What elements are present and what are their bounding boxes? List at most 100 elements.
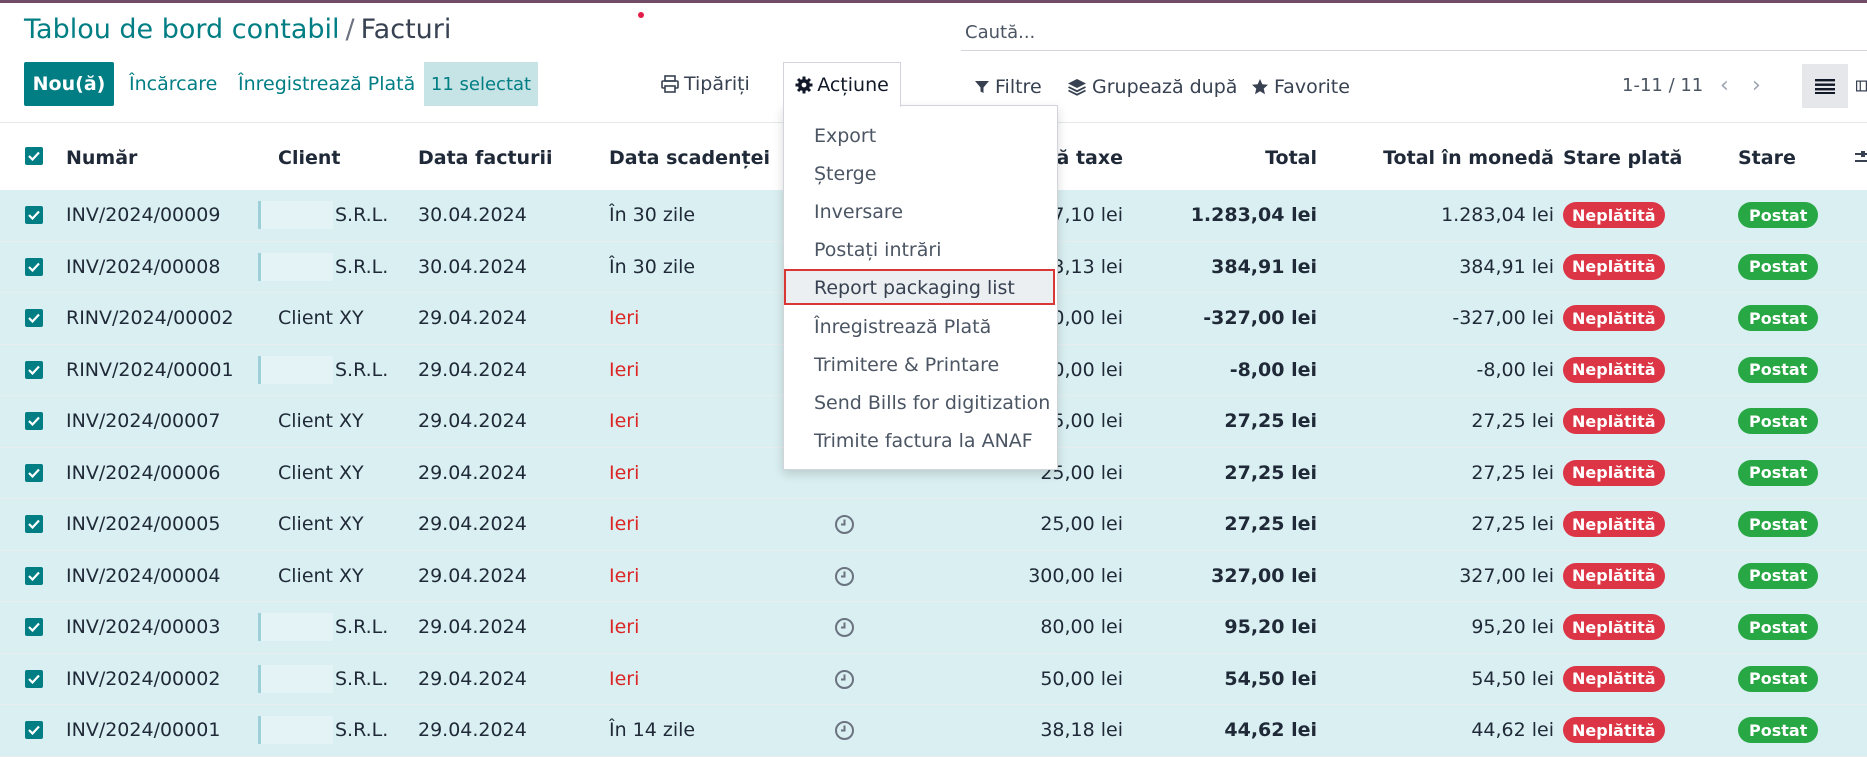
- payment-status-badge: Neplătită: [1563, 665, 1665, 692]
- client-cell: S.R.L.: [258, 190, 388, 240]
- column-number[interactable]: Număr: [66, 147, 137, 169]
- total-currency-amount: 1.283,04 lei: [1441, 204, 1554, 226]
- menu-item-send-anaf[interactable]: Trimite factura la ANAF: [814, 425, 1033, 457]
- column-total[interactable]: Total: [1265, 147, 1317, 169]
- invoice-number: INV/2024/00006: [66, 461, 221, 484]
- action-button[interactable]: Acțiune: [783, 62, 901, 107]
- upload-button[interactable]: Încărcare: [129, 62, 217, 106]
- star-icon: [1252, 79, 1268, 95]
- sliders-icon: [1855, 151, 1867, 162]
- total-currency-amount: -327,00 lei: [1452, 307, 1554, 329]
- register-payment-button[interactable]: Înregistrează Plată: [238, 62, 415, 106]
- invoice-date: 29.04.2024: [418, 564, 527, 587]
- menu-item-export[interactable]: Export: [814, 120, 876, 152]
- client-cell-text: S.R.L.: [335, 616, 389, 638]
- client-cell: Client XY: [278, 499, 364, 549]
- total-currency-amount: 44,62 lei: [1471, 719, 1554, 741]
- table-row[interactable]: INV/2024/00001 S.R.L. 29.04.2024 În 14 zile…: [0, 705, 1867, 757]
- invoice-number: INV/2024/00004: [66, 564, 221, 587]
- table-row[interactable]: INV/2024/00003 S.R.L. 29.04.2024 Ieri 80,00 …: [0, 602, 1867, 654]
- selected-count-badge[interactable]: 11 selectat: [424, 62, 538, 106]
- invoice-date: 29.04.2024: [418, 667, 527, 690]
- column-total-currency[interactable]: Total în monedă: [1383, 147, 1554, 169]
- table-row[interactable]: INV/2024/00002 S.R.L. 29.04.2024 Ieri 50,00 …: [0, 653, 1867, 705]
- optional-columns-toggle[interactable]: [1855, 149, 1867, 171]
- search-input[interactable]: [963, 20, 1847, 44]
- checkmark-icon: [28, 365, 40, 375]
- invoice-number: INV/2024/00002: [66, 667, 221, 690]
- due-date: Ieri: [609, 358, 640, 381]
- row-checkbox[interactable]: [25, 618, 43, 636]
- row-checkbox[interactable]: [25, 515, 43, 533]
- menu-item-reverse[interactable]: Inversare: [814, 196, 903, 228]
- activity-clock-icon[interactable]: [834, 617, 855, 638]
- top-accent-bar: [0, 0, 1867, 3]
- invoice-date: 29.04.2024: [418, 307, 527, 329]
- table-row[interactable]: INV/2024/00005 Client XY 29.04.2024 Ieri 25,…: [0, 499, 1867, 551]
- menu-item-send-bills-digitization[interactable]: Send Bills for digitization: [814, 387, 1050, 419]
- column-payment-status[interactable]: Stare plată: [1563, 147, 1682, 169]
- activity-clock-icon[interactable]: [834, 669, 855, 690]
- total-amount: -327,00 lei: [1203, 307, 1317, 329]
- table-row[interactable]: INV/2024/00004 Client XY 29.04.2024 Ieri 300…: [0, 550, 1867, 602]
- due-date: În 30 zile: [609, 255, 696, 278]
- row-checkbox[interactable]: [25, 257, 43, 276]
- activity-clock-icon[interactable]: [834, 720, 855, 741]
- list-view-button[interactable]: [1802, 64, 1848, 108]
- print-button[interactable]: Tipăriți: [661, 62, 750, 106]
- invoice-date: 29.04.2024: [418, 513, 527, 535]
- state-badge: Postat: [1738, 356, 1819, 383]
- column-client[interactable]: Client: [278, 147, 340, 169]
- row-checkbox[interactable]: [25, 463, 43, 482]
- redacted-client-name: [258, 716, 333, 744]
- due-date: Ieri: [609, 564, 640, 587]
- row-checkbox[interactable]: [25, 721, 43, 739]
- client-cell: S.R.L.: [258, 602, 388, 652]
- payment-status-badge: Neplătită: [1563, 356, 1665, 383]
- action-label: Acțiune: [817, 74, 889, 96]
- due-date: Ieri: [609, 410, 640, 432]
- kanban-view-button[interactable]: [1856, 64, 1867, 108]
- invoice-number: INV/2024/00009: [66, 204, 221, 226]
- row-checkbox[interactable]: [25, 566, 43, 585]
- pager-next-button[interactable]: ›: [1752, 70, 1761, 100]
- state-badge: Postat: [1738, 202, 1819, 228]
- activity-clock-icon[interactable]: [834, 566, 855, 587]
- client-cell: Client XY: [278, 448, 364, 498]
- column-status[interactable]: Stare: [1738, 147, 1796, 169]
- total-currency-amount: 27,25 lei: [1471, 410, 1554, 432]
- client-cell-text: S.R.L.: [335, 719, 389, 741]
- row-checkbox[interactable]: [25, 360, 43, 379]
- invoice-number: RINV/2024/00002: [66, 307, 234, 329]
- menu-item-send-print[interactable]: Trimitere & Printare: [814, 349, 999, 381]
- row-checkbox[interactable]: [25, 412, 43, 430]
- row-checkbox[interactable]: [25, 309, 43, 327]
- groupby-button[interactable]: Grupează după: [1067, 70, 1237, 104]
- due-date: Ieri: [609, 667, 640, 690]
- checkmark-icon: [28, 416, 40, 426]
- client-cell: Client XY: [278, 551, 364, 601]
- total-currency-amount: 54,50 lei: [1471, 667, 1554, 690]
- state-badge: Postat: [1738, 717, 1819, 743]
- column-due-date[interactable]: Data scadenței: [609, 147, 770, 169]
- client-cell-text: S.R.L.: [335, 255, 389, 278]
- total-amount: 27,25 lei: [1224, 461, 1317, 484]
- row-checkbox[interactable]: [25, 206, 43, 224]
- select-all-checkbox[interactable]: [25, 147, 43, 165]
- untaxed-amount: 38,18 lei: [1040, 719, 1123, 741]
- total-currency-amount: 27,25 lei: [1471, 513, 1554, 535]
- column-invoice-date[interactable]: Data facturii: [418, 147, 552, 169]
- menu-item-report-packaging-list[interactable]: Report packaging list: [814, 272, 1015, 304]
- favorites-button[interactable]: Favorite: [1251, 70, 1350, 104]
- activity-clock-icon[interactable]: [834, 514, 855, 535]
- filters-button[interactable]: Filtre: [974, 70, 1042, 104]
- row-checkbox[interactable]: [25, 669, 43, 688]
- menu-item-delete[interactable]: Șterge: [814, 158, 876, 190]
- breadcrumb-parent[interactable]: Tablou de bord contabil: [24, 14, 340, 45]
- menu-item-post-entries[interactable]: Postați intrări: [814, 234, 941, 266]
- menu-item-register-payment[interactable]: Înregistrează Plată: [814, 311, 991, 343]
- pager-prev-button[interactable]: ‹: [1720, 70, 1729, 100]
- new-button[interactable]: Nou(ă): [24, 62, 114, 106]
- pager-value[interactable]: 1-11 / 11: [1622, 70, 1703, 100]
- layers-icon: [1068, 79, 1086, 96]
